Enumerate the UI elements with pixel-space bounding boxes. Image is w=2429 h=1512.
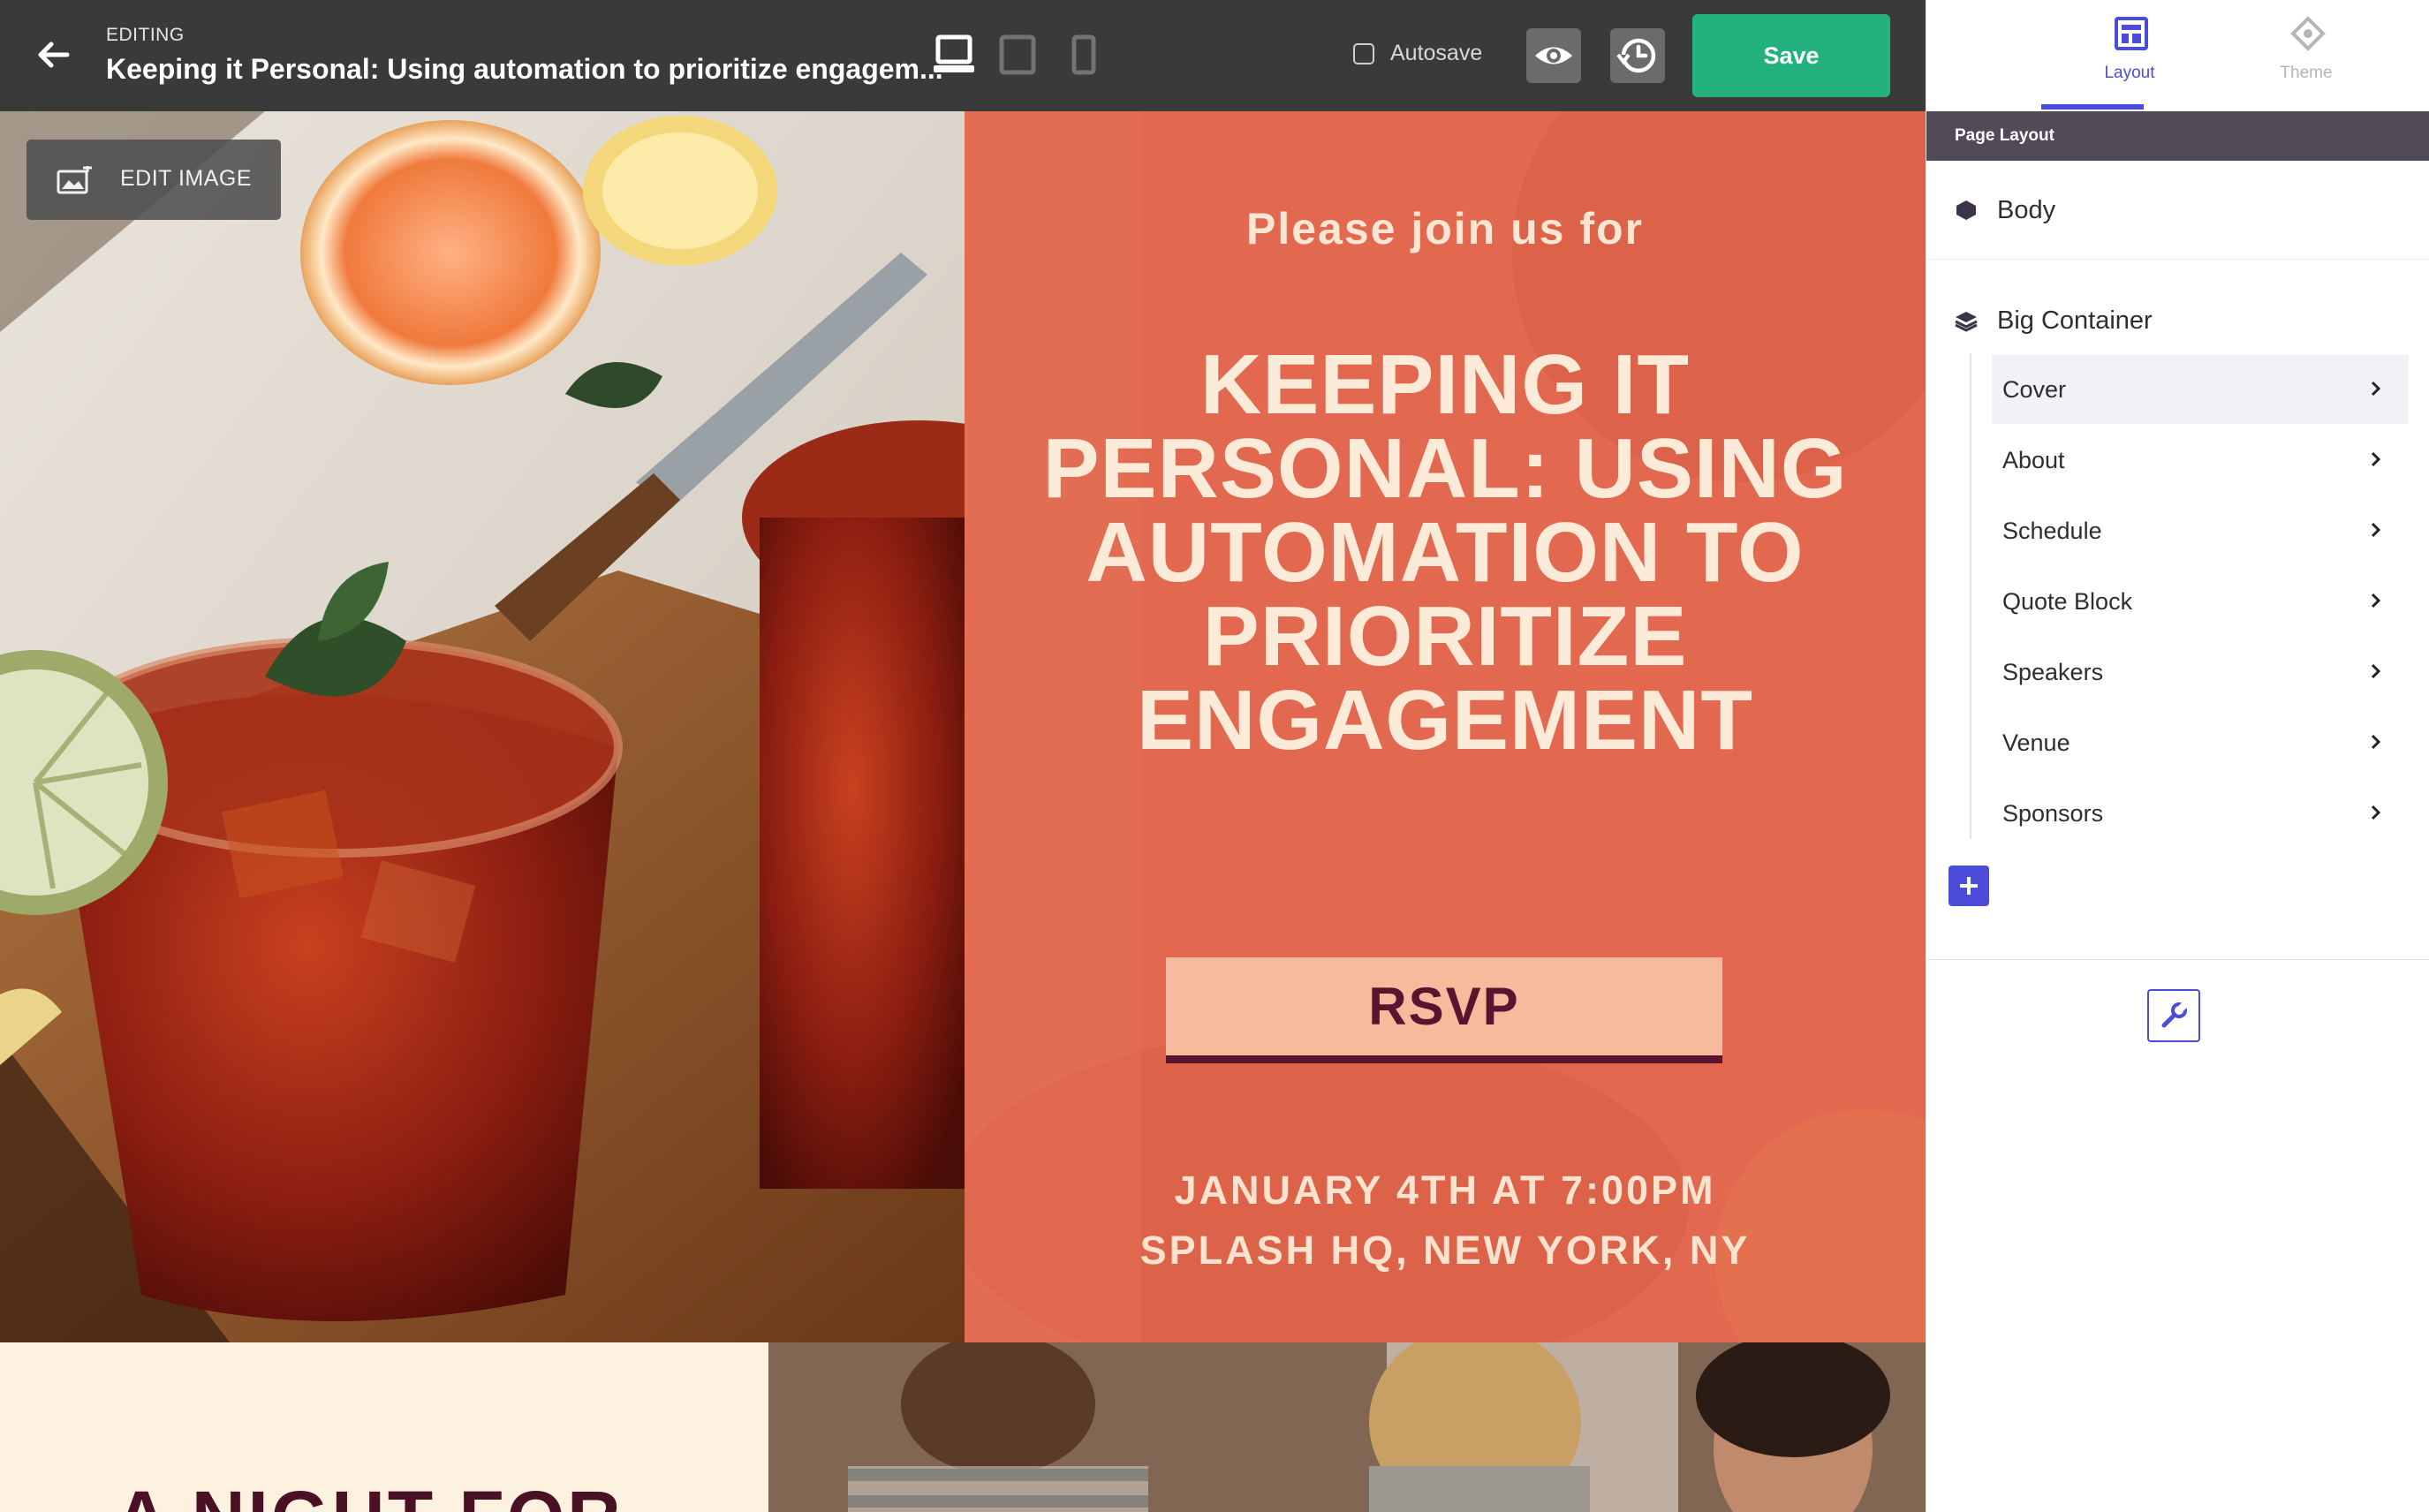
edit-image-button[interactable]: EDIT IMAGE (26, 140, 281, 220)
page-layout-label: Page Layout (1955, 126, 2054, 145)
page-layout-header: Page Layout (1926, 111, 2429, 161)
chevron-right-icon (2371, 663, 2381, 679)
layout-item-label: Schedule (2002, 518, 2102, 544)
wrench-icon (2161, 1001, 2189, 1028)
settings-button[interactable] (2147, 989, 2200, 1042)
autosave-checkbox[interactable] (1353, 42, 1374, 64)
rsvp-button[interactable]: RSVP (1166, 957, 1722, 1063)
about-section[interactable]: A NIGHT FOR (0, 1342, 768, 1512)
layout-item-label: Speakers (2002, 659, 2104, 685)
chevron-right-icon (2371, 381, 2381, 397)
layout-node-body-label: Body (1997, 195, 2056, 224)
tab-theme[interactable]: Theme (2218, 0, 2395, 111)
layout-item-about[interactable]: About (1992, 426, 2409, 495)
eye-icon (1535, 47, 1572, 64)
cover-heading: KEEPING IT PERSONAL: USING AUTOMATION TO… (1042, 337, 1848, 767)
back-arrow-icon[interactable] (34, 35, 72, 74)
autosave-label: Autosave (1390, 41, 1483, 65)
layout-item-speakers[interactable]: Speakers (1992, 638, 2409, 707)
layout-item-label: Quote Block (2002, 588, 2133, 615)
tab-theme-label: Theme (2280, 64, 2333, 82)
history-button[interactable] (1610, 28, 1665, 83)
autosave-toggle[interactable]: Autosave (1353, 41, 1482, 66)
layout-node-body[interactable]: Body (1926, 184, 2429, 237)
tab-layout-label: Layout (2104, 64, 2155, 82)
about-heading: A NIGHT FOR (115, 1475, 624, 1512)
layout-icon (2115, 17, 2148, 50)
right-sidebar: Layout Theme Page Layout Body Big Contai… (1926, 0, 2429, 1512)
layout-item-label: Sponsors (2002, 800, 2104, 827)
divider (1926, 259, 2429, 260)
layers-icon (1955, 312, 1978, 332)
layout-node-big-container-label: Big Container (1997, 306, 2153, 335)
event-date: JANUARY 4TH AT 7:00PM (1174, 1168, 1716, 1213)
layout-item-label: Venue (2002, 730, 2070, 756)
history-icon (1616, 38, 1656, 73)
chevron-right-icon (2371, 451, 2381, 467)
active-tab-indicator (2041, 104, 2144, 110)
drinks-photo (0, 111, 965, 1342)
guests-photo (768, 1342, 1926, 1512)
layout-item-cover[interactable]: Cover (1992, 355, 2409, 424)
layout-item-venue[interactable]: Venue (1992, 708, 2409, 777)
image-edit-icon (57, 166, 92, 194)
hexagon-icon (1956, 200, 1976, 220)
layout-item-sponsors[interactable]: Sponsors (1992, 779, 2409, 848)
add-section-button[interactable] (1948, 866, 1989, 906)
tab-layout[interactable]: Layout (2041, 0, 2218, 111)
chevron-right-icon (2371, 522, 2381, 538)
tablet-icon[interactable] (998, 32, 1037, 78)
layout-item-quote-block[interactable]: Quote Block (1992, 567, 2409, 636)
divider (1926, 959, 2429, 960)
mobile-icon[interactable] (1065, 32, 1101, 78)
event-venue: SPLASH HQ, NEW YORK, NY (1139, 1228, 1751, 1273)
chevron-right-icon (2371, 734, 2381, 750)
editing-label: EDITING (106, 25, 185, 45)
cover-image[interactable]: EDIT IMAGE (0, 111, 965, 1342)
save-button[interactable]: Save (1692, 14, 1890, 97)
editor-toolbar: EDITING Keeping it Personal: Using autom… (0, 0, 1926, 111)
layout-item-schedule[interactable]: Schedule (1992, 496, 2409, 565)
edit-image-label: EDIT IMAGE (120, 166, 253, 191)
theme-icon (2290, 16, 2326, 51)
about-image[interactable] (768, 1342, 1926, 1512)
tree-guide-line (1970, 353, 1971, 839)
layout-item-label: Cover (2002, 376, 2067, 403)
cover-section[interactable]: Please join us for KEEPING IT PERSONAL: … (965, 111, 1926, 1342)
chevron-right-icon (2371, 593, 2381, 609)
layout-node-big-container[interactable]: Big Container (1926, 294, 2429, 347)
chevron-right-icon (2371, 805, 2381, 820)
layout-item-label: About (2002, 447, 2065, 473)
cover-kicker: Please join us for (1245, 204, 1644, 253)
preview-button[interactable] (1526, 28, 1581, 83)
desktop-icon[interactable] (933, 32, 975, 78)
page-canvas: EDIT IMAGE Please join us for KEEPING IT… (0, 111, 1926, 1512)
plus-icon (1960, 877, 1978, 895)
page-title: Keeping it Personal: Using automation to… (106, 53, 943, 85)
